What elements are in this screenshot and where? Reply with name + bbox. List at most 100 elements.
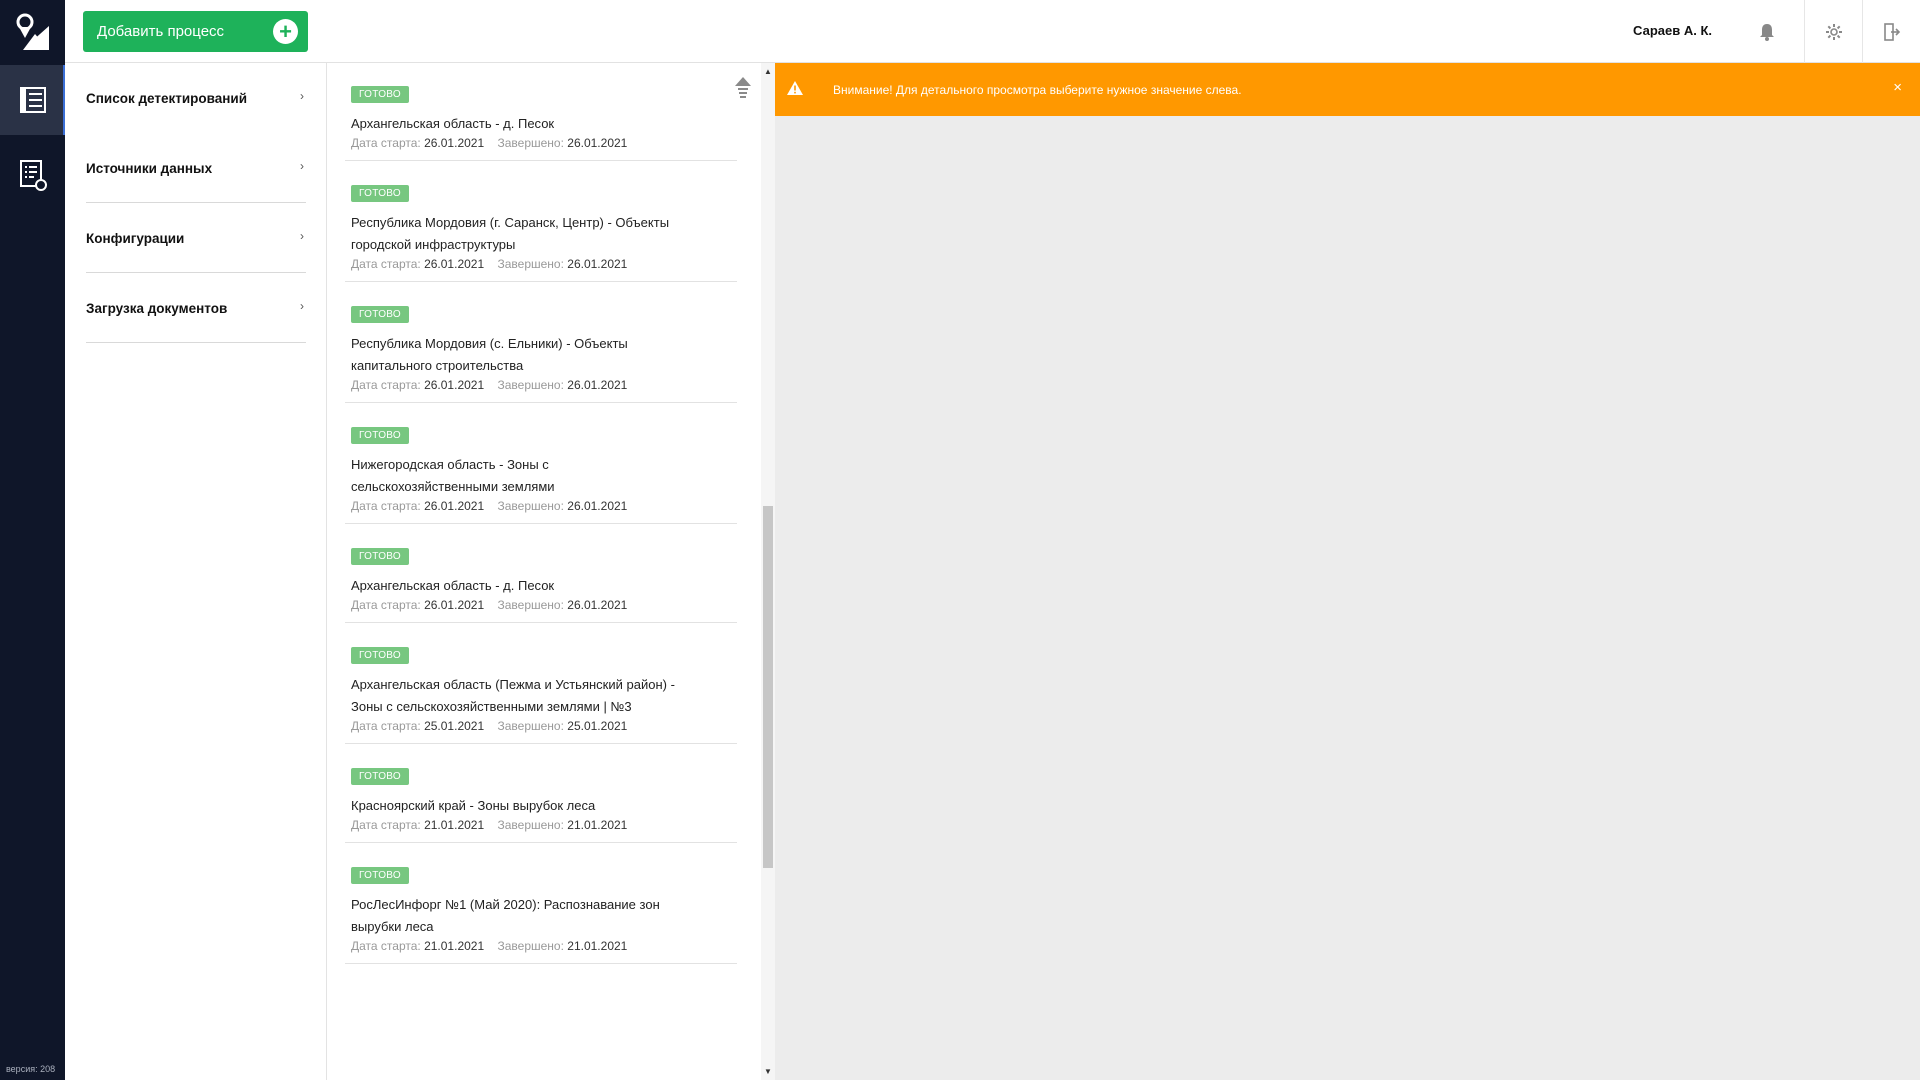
end-label: Завершено: [497,257,564,271]
start-label: Дата старта: [351,257,421,271]
end-label: Завершено: [497,719,564,733]
start-label: Дата старта: [351,499,421,513]
menu-item-detections[interactable]: Список детектирований › [65,63,326,133]
app-sidebar-rail: версия: 208 [0,0,65,1080]
warning-icon [787,81,803,95]
end-label: Завершено: [497,378,564,392]
status-badge: ГОТОВО [351,185,409,202]
start-label: Дата старта: [351,378,421,392]
status-badge: ГОТОВО [351,427,409,444]
top-header: Добавить процесс + Сараев А. К. [65,0,1920,63]
end-date: 21.01.2021 [567,818,628,832]
chevron-right-icon: › [300,229,304,243]
start-date: 26.01.2021 [424,136,485,150]
end-date: 25.01.2021 [567,719,628,733]
item-dates: Дата старта: 26.01.2021 Завершено: 26.01… [351,257,737,271]
list-item[interactable]: ГОТОВО Республика Мордовия (г. Саранск, … [345,161,737,282]
section-menu: Список детектирований › Источники данных… [65,63,327,1080]
end-label: Завершено: [497,136,564,150]
list-item[interactable]: ГОТОВО Архангельская область (Пежма и Ус… [345,623,737,744]
list-item[interactable]: ГОТОВО Красноярский край - Зоны вырубок … [345,744,737,843]
scroll-down-arrow-icon[interactable]: ▼ [764,1067,772,1076]
end-date: 26.01.2021 [567,136,628,150]
start-date: 26.01.2021 [424,499,485,513]
status-badge: ГОТОВО [351,306,409,323]
end-label: Завершено: [497,499,564,513]
scroll-to-top-button[interactable] [734,76,752,107]
item-title: РосЛесИнфорг №1 (Май 2020): Распознавани… [351,897,660,934]
item-title: Архангельская область (Пежма и Устьянски… [351,677,675,714]
start-label: Дата старта: [351,939,421,953]
list-scrollbar[interactable]: ▲ ▼ [761,63,775,1080]
start-date: 26.01.2021 [424,598,485,612]
version-label: версия: 208 [6,1064,56,1074]
start-label: Дата старта: [351,136,421,150]
menu-item-data-sources[interactable]: Источники данных › [65,133,326,203]
end-date: 26.01.2021 [567,598,628,612]
status-badge: ГОТОВО [351,768,409,785]
start-date: 21.01.2021 [424,818,485,832]
item-dates: Дата старта: 21.01.2021 Завершено: 21.01… [351,939,737,953]
status-badge: ГОТОВО [351,647,409,664]
list-item[interactable]: ГОТОВО Архангельская область - д. Песок … [345,63,737,161]
item-title: Красноярский край - Зоны вырубок леса [351,798,596,813]
logout-icon [1883,22,1900,41]
add-process-label: Добавить процесс [97,23,225,40]
rail-reports-button[interactable] [0,140,65,210]
start-date: 26.01.2021 [424,378,485,392]
item-dates: Дата старта: 26.01.2021 Завершено: 26.01… [351,499,737,513]
close-icon[interactable]: × [1893,79,1902,96]
item-title: Республика Мордовия (с. Ельники) - Объек… [351,336,628,373]
bell-icon [1760,23,1774,41]
item-dates: Дата старта: 26.01.2021 Завершено: 26.01… [351,136,737,150]
item-title: Архангельская область - д. Песок [351,116,555,131]
user-name[interactable]: Сараев А. К. [1633,23,1712,38]
menu-item-upload-documents[interactable]: Загрузка документов › [65,273,326,343]
list-item[interactable]: ГОТОВО Архангельская область - д. Песок … [345,524,737,623]
list-item[interactable]: ГОТОВО Республика Мордовия (с. Ельники) … [345,282,737,403]
menu-item-configurations[interactable]: Конфигурации › [65,203,326,273]
add-process-button[interactable]: Добавить процесс + [83,11,308,52]
end-label: Завершено: [497,939,564,953]
start-label: Дата старта: [351,719,421,733]
end-date: 26.01.2021 [567,499,628,513]
item-title: Архангельская область - д. Песок [351,578,555,593]
item-title: Нижегородская область - Зоны с сельскохо… [351,457,555,494]
detections-list: ГОТОВО Архангельская область - д. Песок … [327,63,775,1080]
item-dates: Дата старта: 26.01.2021 Завершено: 26.01… [351,598,737,612]
settings-button[interactable] [1804,0,1862,63]
end-label: Завершено: [497,818,564,832]
end-date: 26.01.2021 [567,378,628,392]
rail-detections-button[interactable] [0,65,65,135]
item-dates: Дата старта: 26.01.2021 Завершено: 26.01… [351,378,737,392]
app-logo[interactable] [0,0,65,64]
plus-circle-icon: + [273,19,298,44]
status-badge: ГОТОВО [351,548,409,565]
end-date: 26.01.2021 [567,257,628,271]
item-dates: Дата старта: 25.01.2021 Завершено: 25.01… [351,719,737,733]
scroll-up-arrow-icon[interactable]: ▲ [764,67,772,76]
map-pin-logo-icon [16,13,49,50]
start-date: 21.01.2021 [424,939,485,953]
menu-item-label: Список детектирований [86,90,248,106]
list-item[interactable]: ГОТОВО Нижегородская область - Зоны с се… [345,403,737,524]
notifications-button[interactable] [1738,0,1796,63]
end-date: 21.01.2021 [567,939,628,953]
chevron-right-icon: › [300,89,304,103]
gear-icon [1825,23,1842,40]
start-label: Дата старта: [351,598,421,612]
chevron-right-icon: › [300,299,304,313]
scrollbar-thumb[interactable] [763,506,773,868]
chevron-right-icon: › [300,159,304,173]
menu-item-label: Загрузка документов [86,300,228,316]
list-item[interactable]: ГОТОВО РосЛесИнфорг №1 (Май 2020): Распо… [345,843,737,964]
warning-message: Внимание! Для детального просмотра выбер… [833,83,1242,97]
menu-item-label: Источники данных [86,160,213,176]
end-label: Завершено: [497,598,564,612]
menu-item-label: Конфигурации [86,230,185,246]
logout-button[interactable] [1862,0,1920,63]
item-dates: Дата старта: 21.01.2021 Завершено: 21.01… [351,818,737,832]
warning-banner: Внимание! Для детального просмотра выбер… [775,63,1920,116]
status-badge: ГОТОВО [351,867,409,884]
status-badge: ГОТОВО [351,86,409,103]
